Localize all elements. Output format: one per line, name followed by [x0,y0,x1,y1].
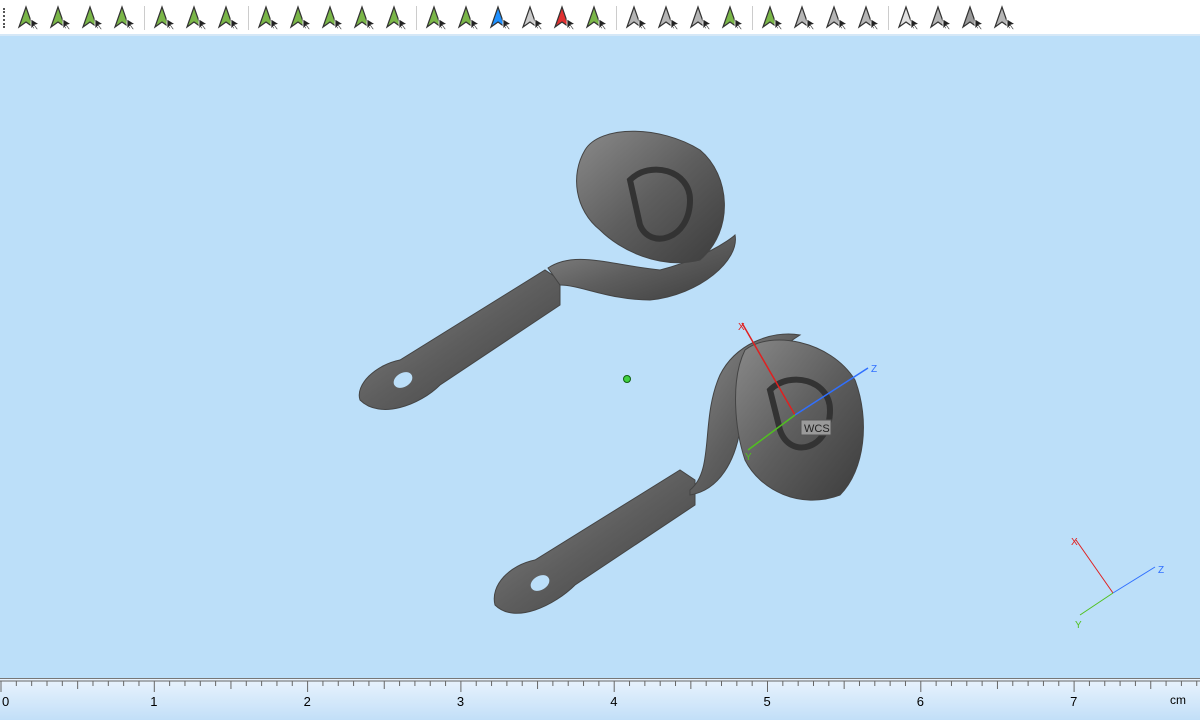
swap-visibility-button[interactable] [926,3,954,31]
triad-y-label: Y [1075,620,1082,631]
select-surface-icon [81,5,105,31]
split-select-button[interactable] [286,3,314,31]
toolbar-separator [752,6,753,30]
toolbar [0,0,1200,36]
scene: X Z Y WCS X Z Y [358,130,1164,631]
select-shell-button[interactable] [110,3,138,31]
select-surface-button[interactable] [78,3,106,31]
ellipse-select-button[interactable] [382,3,410,31]
clear-selection-icon [761,5,785,31]
invert-selection-icon [721,5,745,31]
cube-select-color-button[interactable] [486,3,514,31]
select-face-icon [49,5,73,31]
select-shell-icon [113,5,137,31]
show-button[interactable] [958,3,986,31]
toolbar-separator [248,6,249,30]
show-all-icon [993,5,1017,31]
wheel-select-icon [353,5,377,31]
cube-select-disabled-button[interactable] [518,3,546,31]
toolbar-separator [144,6,145,30]
ruler-label: 6 [916,694,925,709]
shrink-selection-button[interactable] [654,3,682,31]
select-point-button[interactable] [14,3,42,31]
grow-selection-button[interactable] [686,3,714,31]
cube-select-button[interactable] [422,3,450,31]
model-lower[interactable] [493,333,864,614]
cube-select-white-icon [457,5,481,31]
ruler-label: 7 [1070,694,1078,709]
wcs-label: WCS [804,423,830,435]
cube-select-icon [425,5,449,31]
cube-marker-icon [553,5,577,31]
toolbar-grip[interactable] [3,8,7,28]
ruler-label: 1 [150,694,158,709]
cube-select-white-button[interactable] [454,3,482,31]
copy-selection-button[interactable] [790,3,818,31]
paste-selection-icon [825,5,849,31]
rectangle-select-button[interactable] [150,3,178,31]
select-face-button[interactable] [46,3,74,31]
toolbar-separator [416,6,417,30]
curve-select-button[interactable] [214,3,242,31]
toolbar-separator [616,6,617,30]
ellipse-select-icon [385,5,409,31]
3d-viewport[interactable]: X Z Y WCS X Z Y [0,36,1200,678]
ruler-label: 5 [763,694,771,709]
ruler-label: 3 [456,694,465,709]
ruler-unit: cm [1170,693,1186,707]
triad-z-label: Z [1158,565,1164,576]
star-select-icon [321,5,345,31]
rectangle-select-icon [153,5,177,31]
copy-selection-icon [793,5,817,31]
toolbar-separator [888,6,889,30]
rotation-center-marker [623,375,631,383]
cube-select-disabled-icon [521,5,545,31]
triangle-select-icon [257,5,281,31]
ruler: cm 0 1 2 3 4 5 6 7 [0,678,1200,720]
model-upper[interactable] [358,130,736,410]
invert-selection-button[interactable] [718,3,746,31]
ruler-label: 2 [303,694,311,709]
show-icon [961,5,985,31]
select-gray-button[interactable] [622,3,650,31]
star-select-button[interactable] [318,3,346,31]
cube-edit-icon [585,5,609,31]
wcs-x-label: X [738,322,745,333]
wheel-select-button[interactable] [350,3,378,31]
cube-marker-button[interactable] [550,3,578,31]
cube-edit-button[interactable] [582,3,610,31]
grow-selection-icon [689,5,713,31]
ruler-label: 4 [610,694,618,709]
swap-visibility-icon [929,5,953,31]
cube-select-color-icon [489,5,513,31]
ruler-label: 0 [2,694,10,709]
select-point-icon [17,5,41,31]
split-select-icon [289,5,313,31]
orientation-triad: X Z Y [1071,537,1164,631]
hide-icon [897,5,921,31]
triangle-select-button[interactable] [254,3,282,31]
split-plane-button[interactable] [854,3,882,31]
curve-select-icon [217,5,241,31]
lasso-select-icon [185,5,209,31]
wcs-z-label: Z [871,364,877,375]
ruler-ticks [0,680,1200,692]
split-plane-icon [857,5,881,31]
select-gray-icon [625,5,649,31]
paste-selection-button[interactable] [822,3,850,31]
lasso-select-button[interactable] [182,3,210,31]
triad-x-label: X [1071,537,1078,548]
wcs-y-label: Y [745,452,752,463]
clear-selection-button[interactable] [758,3,786,31]
shrink-selection-icon [657,5,681,31]
hide-button[interactable] [894,3,922,31]
show-all-button[interactable] [990,3,1018,31]
